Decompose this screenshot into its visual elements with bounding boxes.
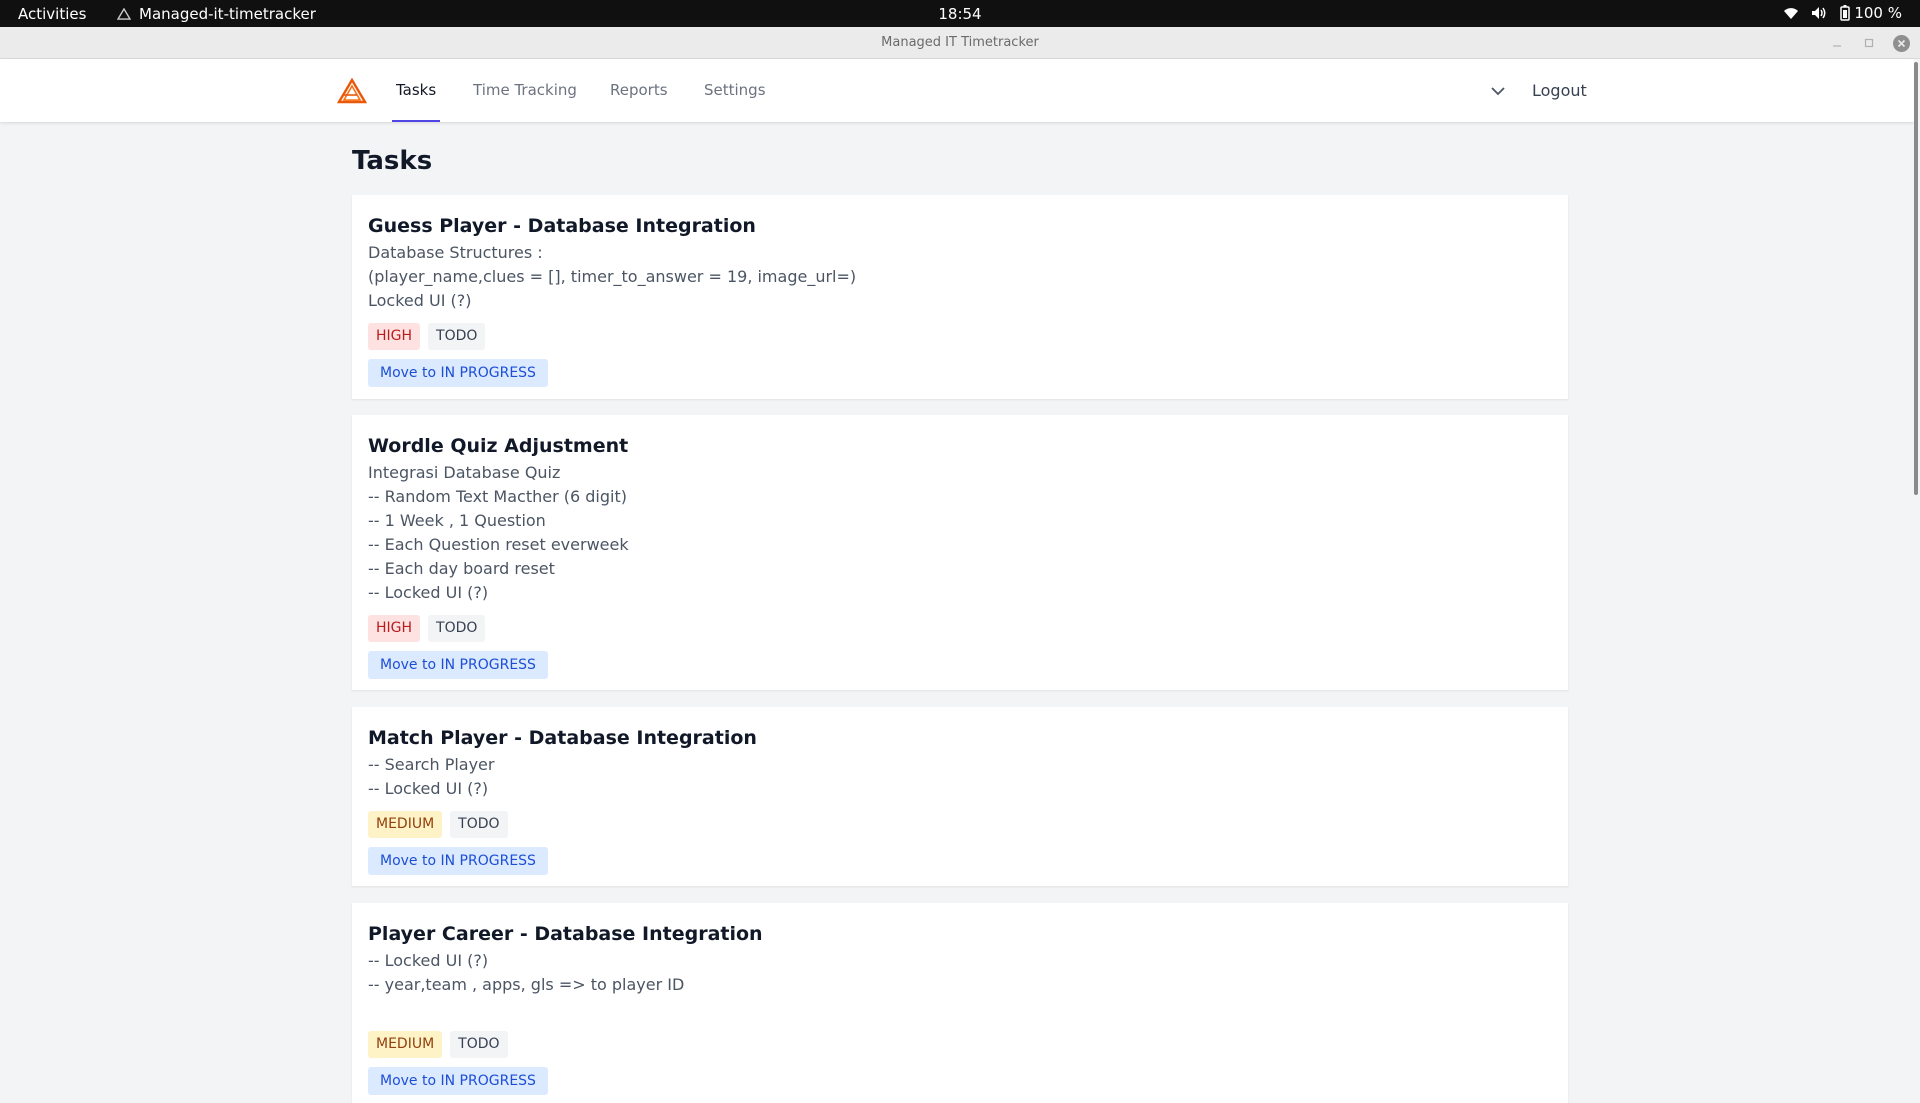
- task-description-line: -- 1 Week , 1 Question: [368, 511, 546, 530]
- page-title: Tasks: [352, 146, 433, 176]
- maximize-button[interactable]: [1861, 35, 1877, 51]
- task-description-line: -- Locked UI (?): [368, 779, 489, 798]
- task-description: -- Search Player -- Locked UI (?): [368, 753, 1552, 801]
- status-badge: TODO: [428, 323, 486, 350]
- status-badge: TODO: [450, 1031, 508, 1058]
- tab-time-tracking[interactable]: Time Tracking: [473, 59, 577, 122]
- status-badge: TODO: [428, 615, 486, 642]
- chevron-down-icon[interactable]: [1490, 86, 1506, 96]
- close-icon: [1897, 39, 1906, 47]
- task-description-line: Locked UI (?): [368, 291, 472, 310]
- logout-button[interactable]: Logout: [1532, 81, 1587, 100]
- activities-button[interactable]: Activities: [18, 5, 86, 23]
- system-tray[interactable]: 100 %: [1783, 4, 1902, 22]
- app-navbar: Tasks Time Tracking Reports Settings Log…: [0, 59, 1914, 122]
- task-title: Player Career - Database Integration: [368, 923, 763, 945]
- minimize-icon: [1833, 45, 1841, 47]
- system-top-bar: Activities Managed-it-timetracker 18:54 …: [0, 0, 1920, 27]
- battery-icon: [1840, 5, 1851, 21]
- task-title: Guess Player - Database Integration: [368, 215, 756, 237]
- scrollbar-thumb[interactable]: [1914, 62, 1918, 495]
- window-title: Managed IT Timetracker: [881, 35, 1039, 50]
- task-description-line: -- Locked UI (?): [368, 583, 489, 602]
- move-to-in-progress-button[interactable]: Move to IN PROGRESS: [368, 1067, 548, 1095]
- status-badge: TODO: [450, 811, 508, 838]
- task-description-line: ​: [368, 997, 1552, 1021]
- move-to-in-progress-button[interactable]: Move to IN PROGRESS: [368, 359, 548, 387]
- task-card: Wordle Quiz Adjustment Integrasi Databas…: [352, 415, 1568, 690]
- task-title: Wordle Quiz Adjustment: [368, 435, 629, 457]
- battery-percent: 100 %: [1854, 4, 1902, 22]
- task-description-line: Integrasi Database Quiz: [368, 463, 561, 482]
- task-description-line: -- Locked UI (?): [368, 951, 489, 970]
- task-card: Player Career - Database Integration -- …: [352, 903, 1568, 1103]
- app-menu-label: Managed-it-timetracker: [139, 5, 316, 23]
- task-description-line: Database Structures :: [368, 243, 543, 262]
- task-description: -- Locked UI (?) -- year,team , apps, gl…: [368, 949, 1552, 1021]
- app-logo-icon[interactable]: [337, 78, 367, 104]
- tab-tasks[interactable]: Tasks: [392, 59, 441, 122]
- task-description-line: -- Random Text Macther (6 digit): [368, 487, 627, 506]
- task-description-line: -- Search Player: [368, 755, 495, 774]
- task-description: Integrasi Database Quiz -- Random Text M…: [368, 461, 1552, 605]
- app-logo-small-icon: [117, 8, 131, 20]
- close-button[interactable]: [1893, 34, 1910, 52]
- move-to-in-progress-button[interactable]: Move to IN PROGRESS: [368, 651, 548, 679]
- task-description-line: -- Each day board reset: [368, 559, 555, 578]
- wifi-icon: [1784, 8, 1799, 19]
- priority-badge: MEDIUM: [368, 1031, 443, 1058]
- move-to-in-progress-button[interactable]: Move to IN PROGRESS: [368, 847, 548, 875]
- priority-badge: MEDIUM: [368, 811, 443, 838]
- priority-badge: HIGH: [368, 615, 421, 642]
- task-description-line: -- Each Question reset everweek: [368, 535, 629, 554]
- app-menu[interactable]: Managed-it-timetracker: [117, 5, 316, 23]
- task-title: Match Player - Database Integration: [368, 727, 757, 749]
- clock[interactable]: 18:54: [938, 5, 981, 23]
- tab-reports[interactable]: Reports: [610, 59, 668, 122]
- maximize-icon: [1864, 38, 1874, 48]
- window-titlebar[interactable]: Managed IT Timetracker: [0, 27, 1920, 59]
- priority-badge: HIGH: [368, 323, 421, 350]
- task-description: Database Structures : (player_name,clues…: [368, 241, 1552, 313]
- volume-icon: [1812, 7, 1826, 19]
- task-card: Guess Player - Database Integration Data…: [352, 195, 1568, 399]
- task-description-line: -- year,team , apps, gls => to player ID: [368, 975, 685, 994]
- tab-settings[interactable]: Settings: [704, 59, 766, 122]
- task-description-line: (player_name,clues = [], timer_to_answer…: [368, 267, 857, 286]
- task-card: Match Player - Database Integration -- S…: [352, 707, 1568, 886]
- minimize-button[interactable]: [1829, 35, 1845, 51]
